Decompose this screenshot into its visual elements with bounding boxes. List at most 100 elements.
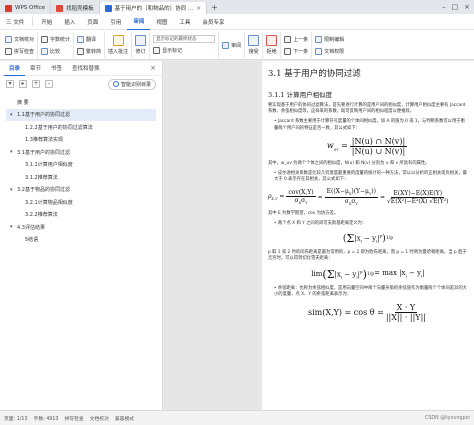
menu-view[interactable]: 视图 (150, 14, 173, 30)
bullet-jaccard: • Jaccard 系数主要用于计算符号度量的个体间相似度，如 A 的值为 0 … (274, 119, 465, 131)
menu-page[interactable]: 页面 (81, 14, 104, 30)
menu-references[interactable]: 引用 (104, 14, 127, 30)
toc-caret-icon[interactable]: ▾ (10, 112, 17, 118)
add-heading-icon[interactable]: + (32, 80, 40, 88)
track-icon (135, 35, 147, 46)
minimize-icon[interactable]: – (442, 3, 446, 11)
toc-item-label: 3.2基于物品的协同过滤 (17, 187, 70, 194)
toc-item-label: 摘 要 (17, 99, 29, 106)
accept-button[interactable]: 接受 (248, 33, 260, 57)
spell-status[interactable]: 拼写检查 (64, 415, 83, 422)
toc-item[interactable]: 摘 要 (6, 96, 156, 109)
menu-home[interactable]: 开始 (35, 14, 58, 30)
paragraph-minkowski-note: p 取 1 或 2 时的闵氏距离是最为常用的，p = 2 即为欧氏距离，而 p … (268, 250, 467, 262)
word-count[interactable]: 字数: 4913 (34, 415, 59, 422)
menu-review[interactable]: 审阅 (127, 14, 151, 30)
tab-template[interactable]: 找稻壳模板 (51, 2, 100, 14)
document-page[interactable]: 3.1 基于用户的协同过滤 3.1.1 计算用户相似度 要实现基于用户的协同过滤… (262, 61, 474, 410)
toc-item[interactable]: 5结语 (6, 234, 156, 247)
toc-caret-icon[interactable]: ▾ (10, 187, 17, 193)
tab-label: WPS Office (15, 5, 46, 11)
bullet-pearson: • 皮尔逊相关系数是比较几何意度最重要的度量的统计的一种方法，常以以分析的正相关… (274, 171, 467, 183)
toc-caret-icon[interactable]: ▾ (10, 224, 17, 230)
close-pane-icon[interactable]: × (150, 64, 156, 72)
toc-item[interactable]: 3.2.1计算物品相似度 (6, 196, 156, 209)
close-window-icon[interactable]: × (464, 3, 470, 11)
paragraph-intro: 要实现基于用户的协同过滤算法，首先要进行计算的是用户间的相似度，计算用户相似度主… (268, 103, 466, 115)
tab-label: 找稻壳模板 (66, 6, 94, 12)
compare-button[interactable]: 比较 (41, 46, 70, 56)
tab-find-replace[interactable]: 查找和替换 (67, 61, 105, 76)
ribbon-group-translate: 翻译 繁转简 (74, 32, 106, 58)
translate-button[interactable]: 翻译 (77, 34, 101, 44)
spell-icon (5, 47, 12, 55)
doc-check-status[interactable]: 文档校对 (90, 415, 109, 422)
section-heading: 3.1 基于用户的协同过滤 (268, 69, 361, 79)
word-count-button[interactable]: 字数统计 (41, 34, 70, 44)
track-changes-button[interactable]: 修订 (135, 33, 147, 57)
toc-item[interactable]: ▾ 3.2基于物品的协同过滤 (6, 184, 156, 197)
markup-mode-select[interactable]: 显示标记的最终状态 (153, 35, 216, 43)
toc-item[interactable]: ▾ 4.3评估结果 (6, 221, 156, 234)
tab-toc[interactable]: 目录 (4, 61, 26, 76)
ribbon-group-review: 审阅 (219, 32, 246, 58)
toc-item-label: 3.1基于用户的协同过滤 (17, 149, 70, 156)
expand-all-icon[interactable]: ▸ (19, 80, 27, 88)
page-indicator[interactable]: 页面: 1/13 (4, 415, 28, 422)
menu-tools[interactable]: 工具 (173, 14, 196, 30)
ribbon-group-protect: 限制编辑 文档权限 (312, 32, 347, 58)
toc-item[interactable]: 3.1.2推荐算法 (6, 171, 156, 184)
smart-toc-label: 智能识别目录 (120, 81, 151, 88)
ribbon-group-markup: 显示标记的最终状态 显示标记 (150, 32, 220, 58)
tab-wps-home[interactable]: WPS Office (0, 2, 52, 14)
toc-item[interactable]: 1.3推荐算法实现 (6, 134, 156, 147)
toc-item[interactable]: 3.1.1计算用户相似度 (6, 159, 156, 172)
collapse-all-icon[interactable]: ▾ (6, 80, 14, 88)
insert-comment-button[interactable]: 插入批注 (108, 33, 128, 57)
next-icon (284, 47, 292, 55)
translate-label: 翻译 (86, 36, 97, 43)
count-label: 字数统计 (50, 36, 71, 43)
spell-check-button[interactable]: 拼写检查 (5, 46, 34, 56)
count-icon (41, 35, 49, 43)
toc-item-label: 1.1基于用户的协同过滤 (17, 112, 70, 119)
ribbon-group-proof: 文档校对 拼写检查 (2, 32, 39, 58)
toc-item[interactable]: ▾ 3.1基于用户的协同过滤 (6, 146, 156, 159)
toc-item[interactable]: 3.2.2推荐算法 (6, 209, 156, 222)
status-bar: 页面: 1/13 字数: 4913 拼写检查 文档校对 兼容模式 CSDN @l… (0, 410, 474, 425)
tab-bookmarks[interactable]: 书签 (46, 61, 67, 76)
remove-heading-icon[interactable]: – (45, 80, 53, 88)
new-tab-button[interactable]: + (207, 3, 222, 12)
comment-icon (112, 35, 124, 46)
menu-member[interactable]: 会员专享 (196, 14, 230, 30)
navigation-pane: 目录 章节 书签 查找和替换 × ▾ ▸ + – 智能识别目录 摘 要 ▾ 1.1基… (0, 61, 163, 410)
show-markup-button[interactable]: 显示标记 (153, 45, 215, 55)
tab-chapters[interactable]: 章节 (25, 61, 46, 76)
prev-change-button[interactable]: 上一条 (284, 34, 308, 44)
toc-item[interactable]: 1.2.2基于用户的协同过滤算法 (6, 121, 156, 134)
toc-item-label: 4.3评估结果 (17, 224, 45, 231)
menu-insert[interactable]: 插入 (58, 14, 81, 30)
toc-caret-icon[interactable]: ▾ (10, 149, 17, 155)
tab-document[interactable]: 基于用户的（和物品的）协同 ... × (99, 2, 208, 14)
next-change-button[interactable]: 下一条 (284, 46, 308, 56)
close-tab-icon[interactable]: × (196, 5, 201, 12)
window-controls: – □ × (442, 3, 474, 11)
formula-minkowski: (Σ |xi − yi|p) 1/p (342, 232, 394, 246)
smart-toc-button[interactable]: 智能识别目录 (107, 78, 156, 90)
restrict-edit-button[interactable]: 限制编辑 (315, 34, 344, 44)
doc-check-button[interactable]: 文档校对 (5, 34, 34, 44)
review-ribbon: 文档校对 拼写检查 字数统计 比较 翻译 繁转简 插入批注 修订 显示标记的最终… (0, 30, 474, 60)
doc-permission-button[interactable]: 文档权限 (315, 46, 344, 56)
bullet-minkowski: • 两个点 X 和 Y 之间的闵可夫斯基距离定义为： (274, 221, 367, 226)
next-label: 下一条 (293, 48, 309, 55)
document-canvas[interactable]: 3.1 基于用户的协同过滤 3.1.1 计算用户相似度 要实现基于用户的协同过滤… (164, 61, 474, 410)
subsection-heading: 3.1.1 计算用户相似度 (268, 91, 333, 99)
accept-label: 接受 (248, 49, 259, 55)
review-pane-button[interactable]: 审阅 (222, 40, 241, 50)
maximize-icon[interactable]: □ (452, 3, 459, 11)
toc-item[interactable]: ▾ 1.1基于用户的协同过滤 (6, 108, 156, 121)
simp-trad-button[interactable]: 繁转简 (77, 46, 101, 56)
reject-button[interactable]: 拒绝 (266, 33, 278, 57)
menu-file[interactable]: 三 文件 (0, 14, 30, 30)
